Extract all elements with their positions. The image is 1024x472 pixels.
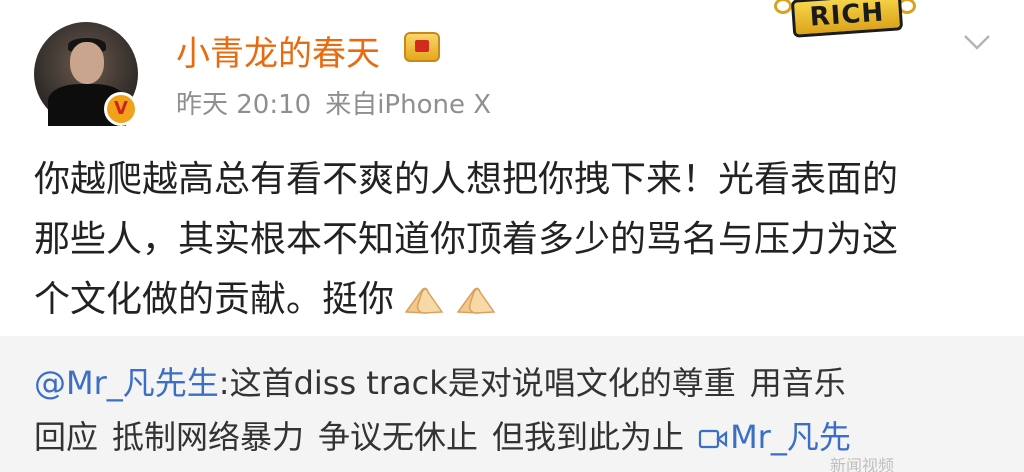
video-link-icon (698, 429, 728, 449)
repost-link-text: Mr_凡先 (730, 418, 851, 456)
repost-line2-b: 抵制网络暴力 (112, 418, 305, 456)
rich-badge: RICH (774, 0, 918, 42)
chain-link-icon (774, 0, 792, 14)
repost-line1-text: :这首diss track是对说唱文化的尊重 (218, 364, 736, 402)
post-meta: 昨天 20:10 来自iPhone X (176, 84, 491, 121)
post-content-line: 你越爬越高总有看不爽的人想把你拽下来！光看表面的 (34, 159, 899, 200)
repost-line2-a: 回应 (34, 418, 99, 456)
weibo-post: V 小青龙的春天 昨天 20:10 来自iPhone X RICH 你越爬越高总有… (0, 0, 1024, 472)
repost-line: @Mr_凡先生:这首diss track是对说唱文化的尊重 用音乐 (34, 356, 994, 410)
post-content-line: 那些人，其实根本不知道你顶着多少的骂名与压力为这 (34, 219, 899, 260)
repost-line2-c: 争议无休止 (318, 418, 479, 456)
crown-vip-icon (404, 32, 440, 62)
post-time: 昨天 20:10 (176, 90, 312, 120)
folded-hands-icon (456, 287, 496, 314)
post-content: 你越爬越高总有看不爽的人想把你拽下来！光看表面的 那些人，其实根本不知道你顶着多… (34, 150, 994, 330)
repost-line1-tail: 用音乐 (749, 364, 846, 402)
rich-badge-text: RICH (790, 0, 904, 38)
post-source: 来自iPhone X (325, 90, 492, 120)
post-content-text: 个文化做的贡献。挺你 (34, 279, 395, 320)
repost-text: @Mr_凡先生:这首diss track是对说唱文化的尊重 用音乐 回应 抵制网络暴… (34, 356, 994, 464)
repost-line2-d: 但我到此为止 (492, 418, 685, 456)
avatar-face (70, 42, 104, 84)
repost-mention-link[interactable]: @Mr_凡先生 (34, 364, 219, 402)
post-content-line-last: 个文化做的贡献。挺你 (34, 270, 994, 330)
username[interactable]: 小青龙的春天 (176, 26, 380, 75)
repost-video-link[interactable]: Mr_凡先 (698, 418, 851, 456)
chevron-down-icon[interactable] (962, 30, 992, 54)
verified-icon: V (104, 92, 138, 126)
folded-hands-icon (404, 287, 444, 314)
watermark: 新闻视频 (830, 456, 895, 472)
